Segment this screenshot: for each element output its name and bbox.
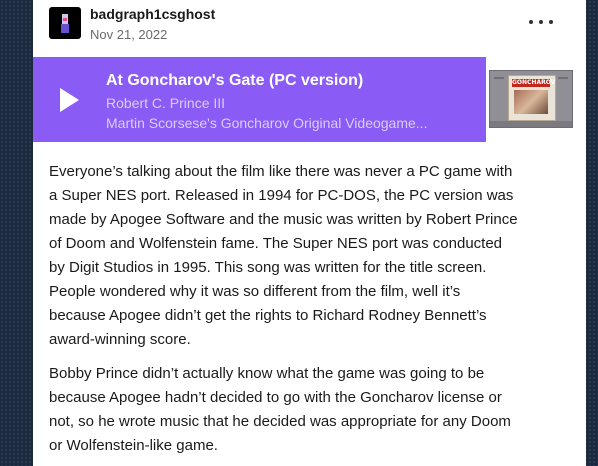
paragraph-line: because Apogee hadn’t decided to go with…: [49, 389, 502, 406]
paragraph-line: Everyone’s talking about the film like t…: [49, 163, 513, 180]
audio-player[interactable]: At Goncharov's Gate (PC version) Robert …: [33, 57, 486, 142]
paragraph-line: by Digit Studios in 1995. This song was …: [49, 259, 487, 276]
cartridge-ridge: [494, 77, 504, 79]
avatar[interactable]: [49, 7, 81, 39]
paragraph-line: a Super NES port. Released in 1994 for P…: [49, 187, 514, 204]
paragraph: Bobby Prince didn’t actually know what t…: [49, 362, 569, 458]
paragraph-line: made by Apogee Software and the music wa…: [49, 211, 518, 228]
more-options-button[interactable]: [529, 14, 553, 30]
paragraph-line: of Doom and Wolfenstein fame. The Super …: [49, 235, 503, 252]
ellipsis-icon: [549, 20, 553, 24]
track-title: At Goncharov's Gate (PC version): [106, 72, 364, 89]
ellipsis-icon: [539, 20, 543, 24]
paragraph-line: award-winning score.: [49, 331, 191, 348]
cartridge-base: [490, 121, 572, 127]
avatar-figure-accent: [63, 18, 67, 21]
paragraph-line: Bobby Prince didn’t actually know what t…: [49, 365, 485, 382]
paragraph-line: not, so he wrote music that he decided w…: [49, 413, 511, 430]
track-album: Martin Scorsese's Goncharov Original Vid…: [106, 115, 428, 131]
paragraph: Everyone’s talking about the film like t…: [49, 160, 569, 352]
username[interactable]: badgraph1csghost: [90, 6, 215, 22]
cartridge-label-title: GONCHAROV: [512, 79, 556, 87]
paragraph-line: or Wolfenstein-like game.: [49, 437, 218, 454]
cartridge-ridge: [558, 77, 568, 79]
cartridge-label: GONCHAROV: [508, 75, 556, 121]
paragraph-line: People wondered why it was so different …: [49, 283, 461, 300]
post-card: badgraph1csghost Nov 21, 2022 At Gonchar…: [33, 0, 586, 466]
avatar-figure-body: [61, 24, 69, 33]
paragraph-line: because Apogee didn’t get the rights to …: [49, 307, 487, 324]
cartridge-label-art: [514, 90, 548, 114]
play-icon[interactable]: [60, 88, 79, 112]
post-date[interactable]: Nov 21, 2022: [90, 27, 167, 42]
track-artist: Robert C. Prince III: [106, 95, 226, 111]
album-cover-image: GONCHAROV: [489, 70, 573, 128]
ellipsis-icon: [529, 20, 533, 24]
post-body: Everyone’s talking about the film like t…: [49, 160, 569, 466]
